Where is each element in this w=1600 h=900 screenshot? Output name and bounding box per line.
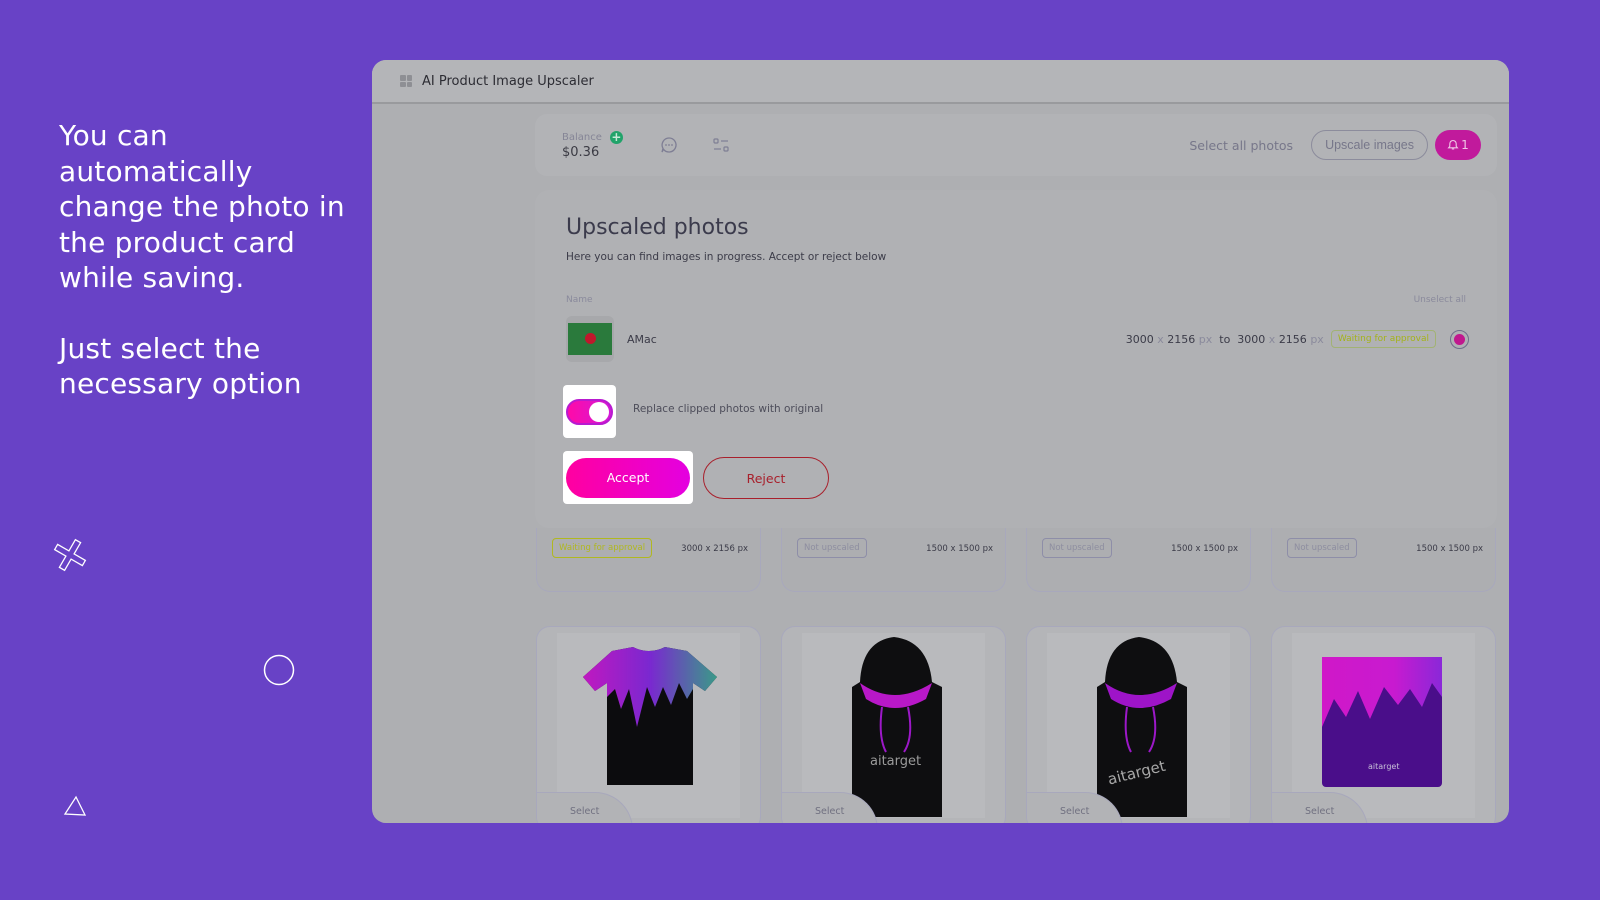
accept-button[interactable]: Accept	[566, 457, 690, 498]
app-window: AI Product Image Upscaler Balance + $0.3…	[372, 60, 1509, 823]
item-thumbnail	[566, 316, 614, 362]
settings-button[interactable]	[711, 135, 731, 155]
product-dimensions: 1500 x 1500 px	[1416, 544, 1483, 554]
balance-value: $0.36	[562, 144, 600, 160]
product-dimensions: 3000 x 2156 px	[681, 544, 748, 554]
product-card[interactable]: aitarget Select	[781, 626, 1006, 823]
window-title: AI Product Image Upscaler	[422, 73, 594, 89]
svg-text:aitarget: aitarget	[870, 754, 921, 769]
product-card[interactable]: aitarget Select	[1026, 626, 1251, 823]
chat-button[interactable]	[659, 135, 679, 155]
notification-count: 1	[1461, 138, 1469, 152]
product-status-strip: Not upscaled 1500 x 1500 px	[1271, 528, 1496, 592]
triangle-decoration-icon	[63, 795, 87, 816]
accept-highlight: Accept	[563, 451, 693, 504]
product-status-strip: Waiting for approval 3000 x 2156 px	[536, 528, 761, 592]
panel-title: Upscaled photos	[566, 215, 749, 240]
notifications-button[interactable]: 1	[1435, 130, 1481, 160]
balance-label: Balance	[562, 131, 602, 143]
promo-paragraph-1: You can automatically change the photo i…	[59, 119, 345, 294]
promo-paragraph-2: Just select the necessary option	[59, 331, 302, 401]
product-dimensions: 1500 x 1500 px	[926, 544, 993, 554]
reject-button[interactable]: Reject	[703, 457, 829, 499]
sliders-icon	[713, 138, 729, 152]
status-badge: Not upscaled	[1287, 538, 1357, 558]
product-status-strip: Not upscaled 1500 x 1500 px	[1026, 528, 1251, 592]
item-name: AMac	[627, 332, 657, 346]
status-badge: Waiting for approval	[1330, 330, 1436, 348]
status-badge: Not upscaled	[1042, 538, 1112, 558]
unselect-all-link[interactable]: Unselect all	[1414, 295, 1466, 305]
upscale-images-button[interactable]: Upscale images	[1311, 130, 1428, 160]
upscaled-photos-panel: Upscaled photos Here you can find images…	[535, 190, 1497, 528]
replace-clipped-label: Replace clipped photos with original	[633, 403, 824, 415]
status-badge: Waiting for approval	[552, 538, 653, 558]
promo-text: You can automatically change the photo i…	[59, 118, 349, 402]
cross-decoration-icon	[53, 538, 87, 572]
grid-icon	[400, 75, 412, 87]
select-all-photos-link[interactable]: Select all photos	[1189, 138, 1293, 153]
svg-text:aitarget: aitarget	[1368, 762, 1399, 771]
circle-decoration-icon	[263, 654, 295, 686]
plus-icon[interactable]: +	[609, 130, 623, 144]
column-header-name: Name	[566, 295, 593, 305]
chat-icon	[661, 137, 677, 153]
item-select-radio[interactable]	[1450, 329, 1469, 349]
product-card[interactable]: Select	[536, 626, 761, 823]
title-bar: AI Product Image Upscaler	[372, 60, 1509, 104]
top-toolbar: Balance + $0.36 Select all photos Upscal…	[535, 114, 1497, 176]
product-card[interactable]: aitarget Select	[1271, 626, 1496, 823]
status-badge: Not upscaled	[797, 538, 867, 558]
upscaled-item-row[interactable]: AMac 3000 x 2156 px to 3000 x 2156 px Wa…	[566, 316, 1469, 362]
replace-clipped-toggle[interactable]	[566, 398, 613, 425]
product-dimensions: 1500 x 1500 px	[1171, 544, 1238, 554]
item-dimensions: 3000 x 2156 px to 3000 x 2156 px	[1125, 332, 1324, 346]
panel-subtitle: Here you can find images in progress. Ac…	[566, 251, 887, 263]
product-status-strip: Not upscaled 1500 x 1500 px	[781, 528, 1006, 592]
bell-icon	[1447, 139, 1459, 150]
balance: Balance + $0.36	[562, 130, 623, 160]
toggle-highlight	[563, 385, 616, 438]
